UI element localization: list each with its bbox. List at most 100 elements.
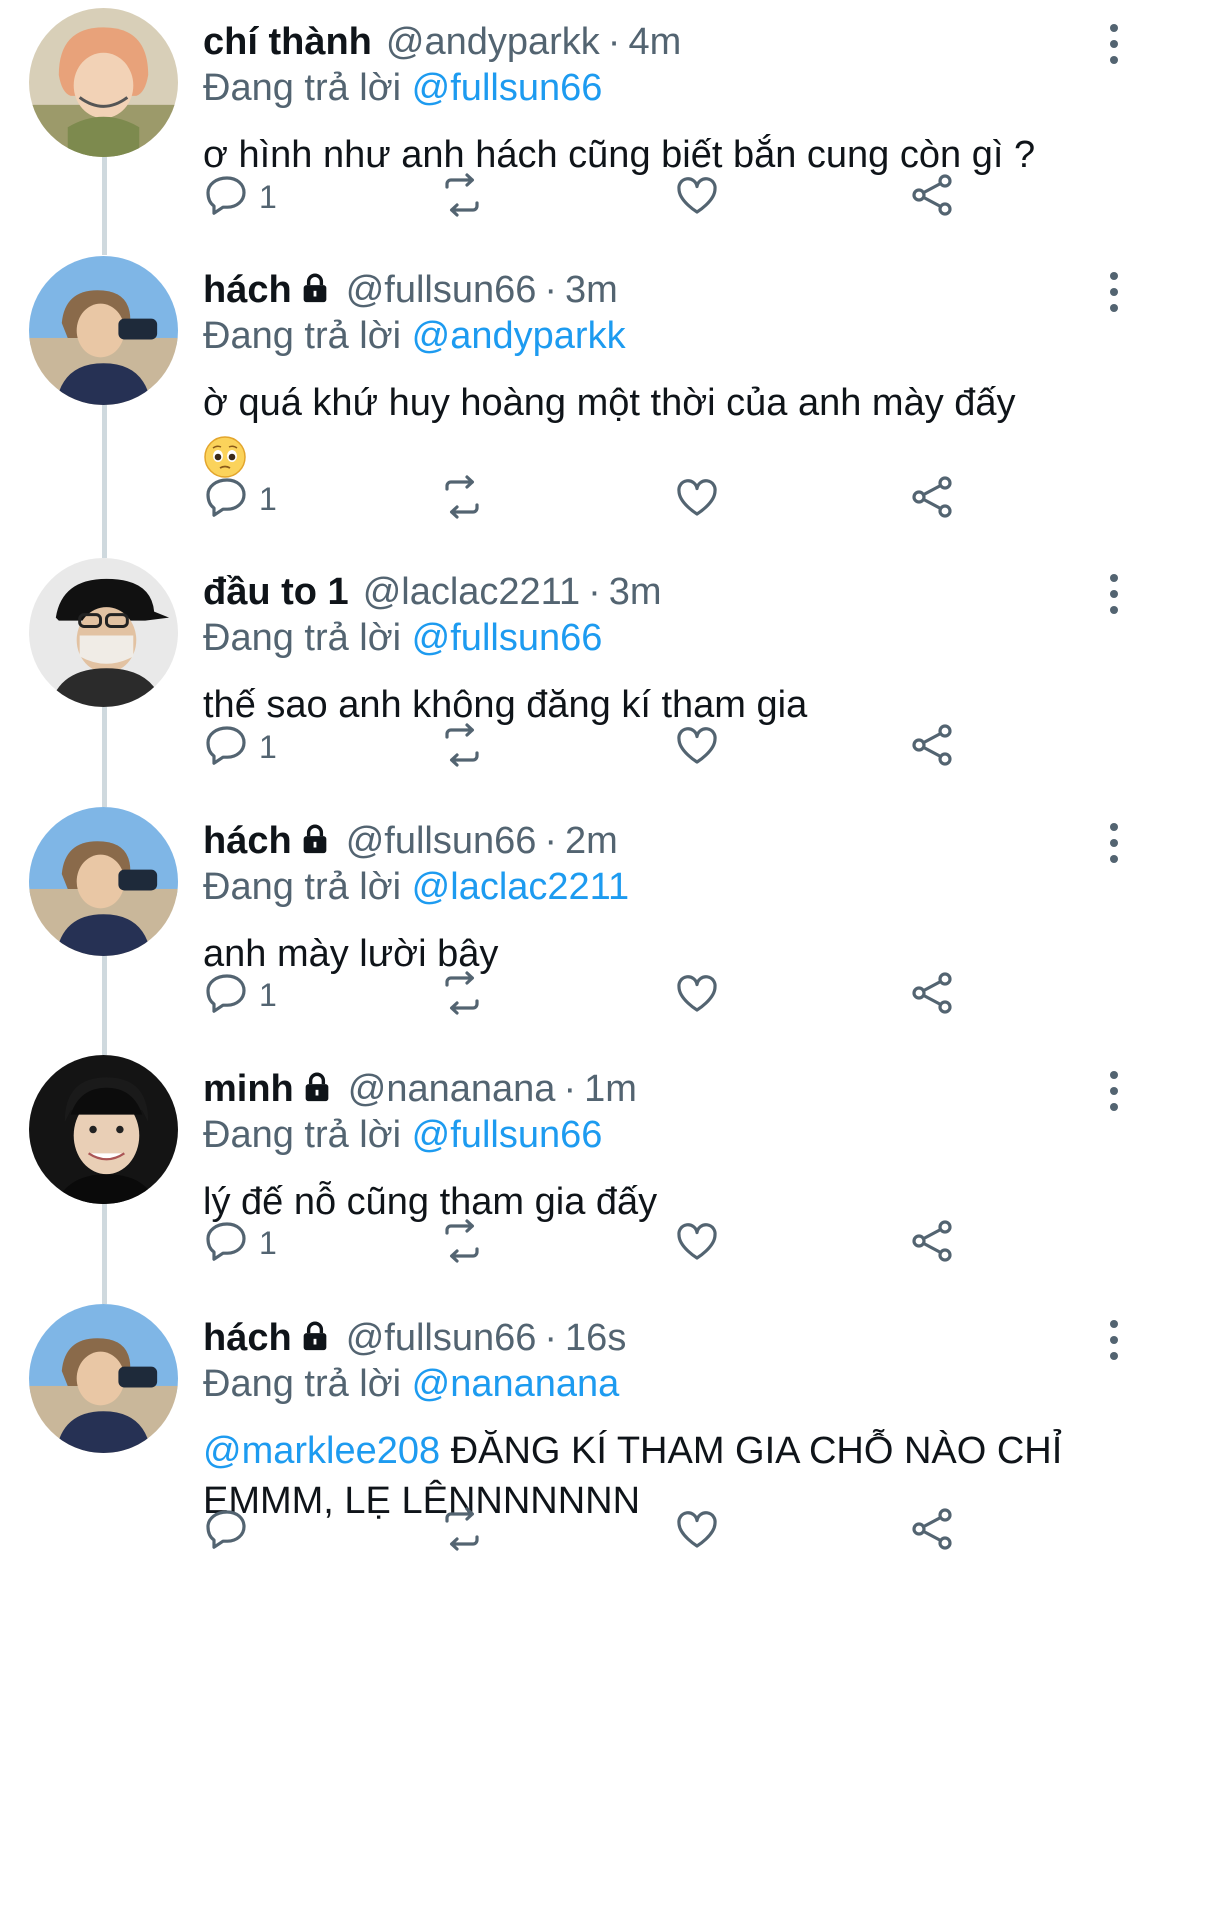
replying-to-label: Đang trả lời bbox=[203, 617, 402, 659]
separator-dot: · bbox=[563, 1068, 577, 1110]
share-button[interactable] bbox=[908, 1506, 956, 1556]
timestamp[interactable]: 16s bbox=[565, 1317, 626, 1359]
display-name[interactable]: hách bbox=[203, 820, 292, 862]
user-handle[interactable]: @fullsun66 bbox=[346, 269, 537, 311]
like-button[interactable] bbox=[673, 172, 721, 222]
user-handle[interactable]: @andyparkk bbox=[386, 21, 600, 63]
share-icon bbox=[908, 473, 956, 526]
reply-button[interactable]: 1 bbox=[203, 1218, 277, 1268]
replying-to-mention[interactable]: @nananana bbox=[412, 1363, 620, 1405]
replying-to: Đang trả lời @andyparkk bbox=[203, 314, 1169, 358]
replying-to: Đang trả lời @fullsun66 bbox=[203, 616, 1169, 660]
user-handle[interactable]: @fullsun66 bbox=[346, 820, 537, 862]
user-handle[interactable]: @laclac2211 bbox=[363, 571, 580, 613]
tweet-body: lý đế nỗ cũng tham gia đấy bbox=[203, 1181, 658, 1223]
reply-button[interactable]: 1 bbox=[203, 172, 277, 222]
user-handle[interactable]: @nananana bbox=[348, 1068, 556, 1110]
replying-to-mention[interactable]: @laclac2211 bbox=[412, 866, 629, 908]
tweet-content: chí thành @andyparkk · 4m Đang trả lời @full… bbox=[203, 8, 1169, 180]
like-icon bbox=[673, 969, 721, 1022]
avatar[interactable] bbox=[29, 1304, 178, 1453]
timestamp[interactable]: 3m bbox=[565, 269, 618, 311]
like-button[interactable] bbox=[673, 1218, 721, 1268]
more-options-icon[interactable] bbox=[1103, 270, 1125, 314]
share-icon bbox=[908, 969, 956, 1022]
reply-icon bbox=[203, 969, 251, 1022]
tweet-actions: 1 bbox=[203, 970, 1003, 1020]
tweet-header: đầu to 1 @laclac2211 · 3m bbox=[203, 570, 1169, 614]
like-button[interactable] bbox=[673, 1506, 721, 1556]
like-icon bbox=[673, 1217, 721, 1270]
share-button[interactable] bbox=[908, 970, 956, 1020]
more-options-icon[interactable] bbox=[1103, 1318, 1125, 1362]
replying-to-mention[interactable]: @fullsun66 bbox=[412, 67, 603, 109]
retweet-button[interactable] bbox=[438, 1218, 486, 1268]
replying-to-mention[interactable]: @andyparkk bbox=[412, 315, 626, 357]
tweet-content: hách @fullsun66 · 2m Đang trả lời @laclac221… bbox=[203, 807, 1169, 979]
avatar[interactable] bbox=[29, 256, 178, 405]
retweet-icon bbox=[438, 473, 486, 526]
like-icon bbox=[673, 721, 721, 774]
reply-button[interactable]: 1 bbox=[203, 722, 277, 772]
share-icon bbox=[908, 721, 956, 774]
avatar[interactable] bbox=[29, 558, 178, 707]
reply-icon bbox=[203, 721, 251, 774]
display-name[interactable]: hách bbox=[203, 1317, 292, 1359]
like-button[interactable] bbox=[673, 474, 721, 524]
replying-to: Đang trả lời @fullsun66 bbox=[203, 1113, 1169, 1157]
like-button[interactable] bbox=[673, 970, 721, 1020]
retweet-icon bbox=[438, 171, 486, 224]
more-options-icon[interactable] bbox=[1103, 1069, 1125, 1113]
avatar[interactable] bbox=[29, 1055, 178, 1204]
text-mention[interactable]: @marklee208 bbox=[203, 1430, 440, 1472]
timestamp[interactable]: 3m bbox=[609, 571, 662, 613]
tweet-actions bbox=[203, 1506, 1003, 1556]
retweet-button[interactable] bbox=[438, 970, 486, 1020]
retweet-icon bbox=[438, 969, 486, 1022]
share-button[interactable] bbox=[908, 172, 956, 222]
share-icon bbox=[908, 1217, 956, 1270]
reply-button[interactable]: 1 bbox=[203, 474, 277, 524]
more-options-icon[interactable] bbox=[1103, 821, 1125, 865]
reply-count: 1 bbox=[259, 178, 277, 215]
share-button[interactable] bbox=[908, 722, 956, 772]
reply-button[interactable]: 1 bbox=[203, 970, 277, 1020]
replying-to: Đang trả lời @nananana bbox=[203, 1362, 1169, 1406]
reply-icon bbox=[203, 473, 251, 526]
tweet-content: minh @nananana · 1m Đang trả lời @fullsun66 l… bbox=[203, 1055, 1169, 1227]
share-icon bbox=[908, 171, 956, 224]
replying-to-label: Đang trả lời bbox=[203, 315, 402, 357]
share-button[interactable] bbox=[908, 474, 956, 524]
retweet-button[interactable] bbox=[438, 172, 486, 222]
replying-to-label: Đang trả lời bbox=[203, 866, 402, 908]
more-options-icon[interactable] bbox=[1103, 22, 1125, 66]
user-handle[interactable]: @fullsun66 bbox=[346, 1317, 537, 1359]
replying-to: Đang trả lời @laclac2211 bbox=[203, 865, 1169, 909]
like-icon bbox=[673, 473, 721, 526]
replying-to-mention[interactable]: @fullsun66 bbox=[412, 617, 603, 659]
avatar[interactable] bbox=[29, 807, 178, 956]
reply-button[interactable] bbox=[203, 1506, 251, 1556]
retweet-button[interactable] bbox=[438, 722, 486, 772]
display-name[interactable]: chí thành bbox=[203, 21, 372, 63]
retweet-button[interactable] bbox=[438, 474, 486, 524]
replying-to: Đang trả lời @fullsun66 bbox=[203, 66, 1169, 110]
avatar[interactable] bbox=[29, 8, 178, 157]
timestamp[interactable]: 2m bbox=[565, 820, 618, 862]
tweet-actions: 1 bbox=[203, 172, 1003, 222]
separator-dot: · bbox=[607, 21, 621, 63]
like-button[interactable] bbox=[673, 722, 721, 772]
display-name[interactable]: đầu to 1 bbox=[203, 571, 349, 613]
display-name[interactable]: hách bbox=[203, 269, 292, 311]
timestamp[interactable]: 4m bbox=[628, 21, 681, 63]
separator-dot: · bbox=[544, 1317, 558, 1359]
retweet-icon bbox=[438, 721, 486, 774]
reply-icon bbox=[203, 171, 251, 224]
more-options-icon[interactable] bbox=[1103, 572, 1125, 616]
retweet-button[interactable] bbox=[438, 1506, 486, 1556]
display-name[interactable]: minh bbox=[203, 1068, 294, 1110]
share-button[interactable] bbox=[908, 1218, 956, 1268]
timestamp[interactable]: 1m bbox=[584, 1068, 637, 1110]
reply-thread: chí thành @andyparkk · 4m Đang trả lời @full… bbox=[0, 0, 1209, 1920]
replying-to-mention[interactable]: @fullsun66 bbox=[412, 1114, 603, 1156]
